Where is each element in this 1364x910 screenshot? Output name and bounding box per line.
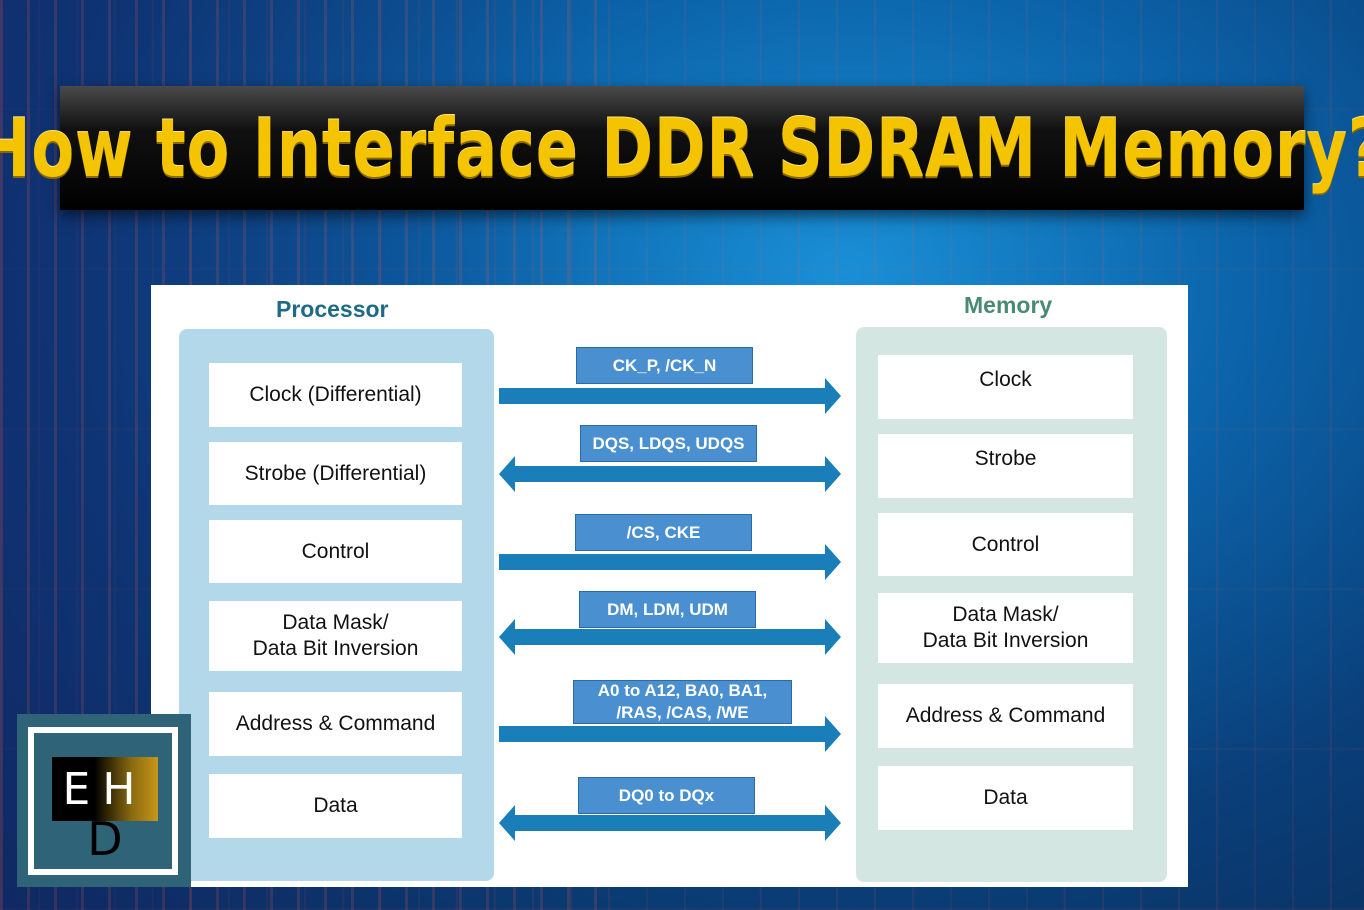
logo-frame: EH D xyxy=(28,727,178,875)
signal-label-data: DQ0 to DQx xyxy=(578,777,755,814)
signal-label-strobe: DQS, LDQS, UDQS xyxy=(580,425,757,462)
signal-label-clock: CK_P, /CK_N xyxy=(576,347,753,384)
signal-label-data-mask: DM, LDM, UDM xyxy=(579,591,756,628)
interface-diagram: Processor Memory Clock (Differential) St… xyxy=(151,285,1188,887)
logo-bottom-letter: D xyxy=(87,812,123,866)
page-title: How to Interface DDR SDRAM Memory? xyxy=(0,101,1364,195)
signal-label-control: /CS, CKE xyxy=(575,514,752,551)
ehd-logo: EH D xyxy=(17,714,191,887)
title-banner: How to Interface DDR SDRAM Memory? xyxy=(0,86,1364,210)
signal-label-address-command: A0 to A12, BA0, BA1, /RAS, /CAS, /WE xyxy=(573,680,792,724)
